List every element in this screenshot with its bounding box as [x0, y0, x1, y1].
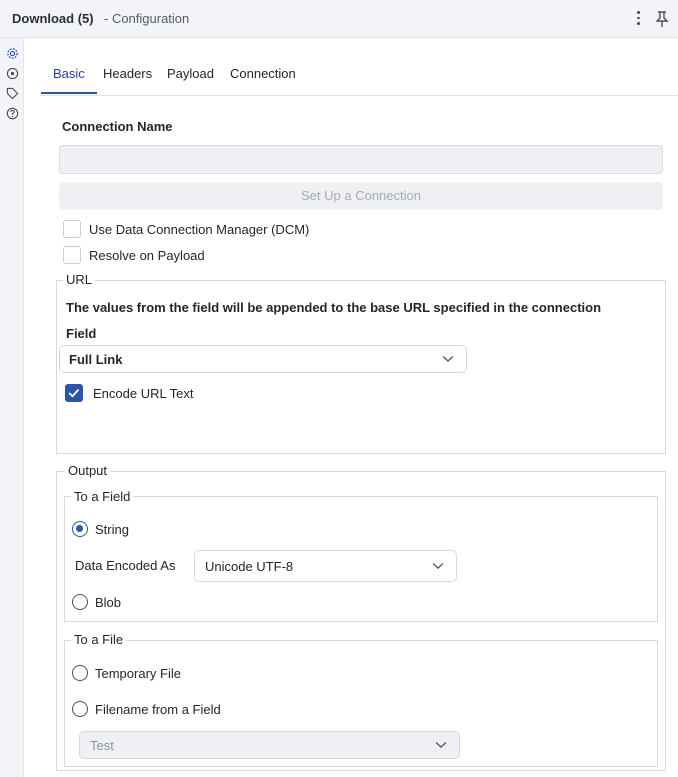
tab-payload[interactable]: Payload [167, 66, 214, 81]
filename-from-field-label: Filename from a Field [95, 702, 221, 717]
tab-basic[interactable]: Basic [53, 66, 85, 81]
target-icon[interactable] [6, 67, 19, 80]
resolve-payload-checkbox[interactable] [63, 246, 81, 264]
resolve-payload-label: Resolve on Payload [89, 248, 205, 263]
setup-connection-button[interactable]: Set Up a Connection [59, 182, 663, 210]
side-rail [0, 38, 24, 777]
url-legend: URL [63, 272, 96, 287]
to-field-legend: To a Field [71, 489, 134, 504]
string-label: String [95, 522, 129, 537]
filename-from-field-radio[interactable] [72, 701, 88, 717]
to-file-legend: To a File [71, 632, 127, 647]
chevron-down-icon [432, 562, 444, 569]
chevron-down-icon [442, 355, 454, 362]
connection-name-label: Connection Name [62, 119, 173, 134]
temporary-file-radio[interactable] [72, 665, 88, 681]
string-radio[interactable] [72, 521, 88, 537]
help-icon[interactable] [6, 107, 19, 120]
gear-icon[interactable] [6, 47, 19, 60]
tab-bar: Basic Headers Payload Connection [41, 58, 678, 96]
tag-icon[interactable] [6, 87, 19, 100]
output-legend: Output [65, 463, 111, 478]
chevron-down-icon [435, 741, 447, 748]
url-description: The values from the field will be append… [66, 300, 602, 315]
checkmark-icon [68, 389, 80, 398]
connection-name-field[interactable] [59, 145, 663, 174]
window-subtitle: - Configuration [104, 11, 190, 26]
url-field-value: Full Link [69, 352, 123, 367]
more-vertical-icon[interactable] [633, 9, 643, 27]
blob-radio[interactable] [72, 594, 88, 610]
temporary-file-label: Temporary File [95, 666, 181, 681]
window-title: Download (5) [12, 11, 94, 26]
filename-field-value: Test [90, 738, 114, 753]
data-encoded-as-label: Data Encoded As [75, 558, 176, 573]
dcm-label: Use Data Connection Manager (DCM) [89, 222, 310, 237]
encode-url-checkbox[interactable] [65, 384, 83, 402]
title-bar: Download (5) - Configuration [0, 0, 678, 38]
field-label: Field [66, 326, 97, 341]
blob-label: Blob [95, 595, 122, 610]
encode-url-label: Encode URL Text [93, 386, 194, 401]
active-tab-indicator [41, 92, 97, 94]
filename-field-select[interactable]: Test [79, 731, 460, 759]
tab-headers[interactable]: Headers [103, 66, 152, 81]
data-encoding-value: Unicode UTF-8 [205, 559, 294, 574]
url-field-select[interactable]: Full Link [59, 345, 467, 373]
pin-icon[interactable] [655, 10, 669, 28]
tab-connection[interactable]: Connection [230, 66, 296, 81]
dcm-checkbox[interactable] [63, 220, 81, 238]
data-encoding-select[interactable]: Unicode UTF-8 [194, 550, 457, 582]
